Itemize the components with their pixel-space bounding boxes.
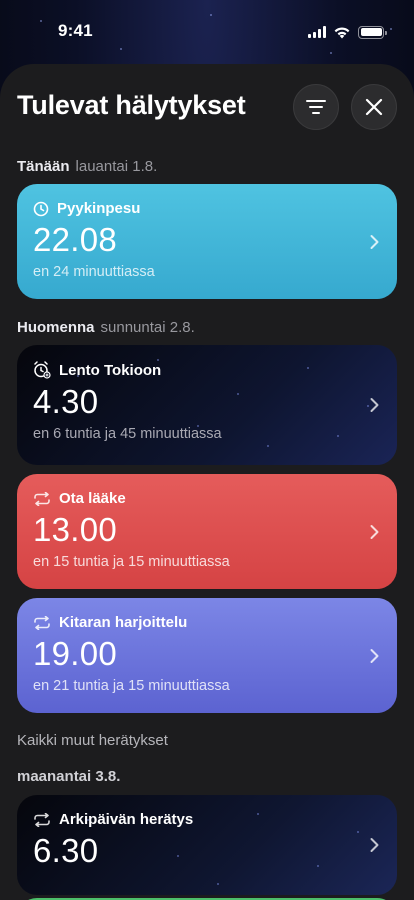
- monday-label: maanantai 3.8.: [17, 767, 121, 785]
- alarm-name: Ota lääke: [59, 490, 126, 507]
- section-tomorrow: Huomenna sunnuntai 2.8.: [0, 318, 414, 336]
- page-title: Tulevat hälytykset: [17, 89, 246, 120]
- repeat-icon: [34, 812, 50, 827]
- chevron-right-icon: [370, 648, 379, 663]
- section-today: Tänään lauantai 1.8.: [0, 157, 414, 175]
- wifi-icon: [334, 27, 350, 38]
- alarm-relative-time: en 15 tuntia ja 15 minuuttiassa: [33, 554, 230, 570]
- chevron-right-icon: [370, 524, 379, 539]
- clock-icon: [33, 201, 49, 216]
- chevron-right-icon: [370, 234, 379, 249]
- other-alarms-label: Kaikki muut herätykset: [17, 731, 168, 749]
- alarm-name: Arkipäivän herätys: [59, 811, 194, 828]
- alarm-name: Lento Tokioon: [59, 361, 162, 379]
- repeat-icon: [34, 615, 50, 630]
- alarm-card[interactable]: Arkipäivän herätys 6.30: [17, 795, 397, 895]
- chevron-right-icon: [370, 838, 379, 852]
- alarm-relative-time: en 21 tuntia ja 15 minuuttiassa: [33, 678, 230, 694]
- alarm-card[interactable]: Lento Tokioon 4.30 en 6 tuntia ja 45 min…: [17, 345, 397, 465]
- status-time: 9:41: [58, 21, 93, 40]
- alarm-time: 13.00: [33, 511, 118, 548]
- alarm-time: 19.00: [33, 635, 118, 672]
- chevron-right-icon: [370, 398, 379, 412]
- alarm-clock-icon: [34, 361, 51, 379]
- filter-button[interactable]: [293, 84, 339, 130]
- status-bar: 9:41: [0, 0, 414, 64]
- alarm-time: 4.30: [33, 383, 99, 420]
- alarm-card[interactable]: Kitaran harjoittelu 19.00 en 21 tuntia j…: [17, 598, 397, 713]
- today-date: lauantai 1.8.: [75, 157, 158, 175]
- battery-icon: [358, 25, 387, 39]
- cellular-signal-icon: [308, 26, 326, 38]
- filter-icon: [306, 100, 326, 114]
- upcoming-alarms-sheet: Tulevat hälytykset Tänään lauantai 1.8.: [0, 64, 414, 900]
- today-label: Tänään: [17, 157, 70, 175]
- close-button[interactable]: [351, 84, 397, 130]
- alarm-relative-time: en 6 tuntia ja 45 minuuttiassa: [33, 426, 222, 442]
- tomorrow-label: Huomenna: [17, 318, 95, 336]
- close-icon: [365, 98, 383, 116]
- alarm-name: Kitaran harjoittelu: [59, 614, 188, 631]
- alarm-card[interactable]: Ota lääke 13.00 en 15 tuntia ja 15 minuu…: [17, 474, 397, 589]
- alarm-name: Pyykinpesu: [57, 200, 141, 217]
- sheet-header: Tulevat hälytykset: [0, 64, 414, 150]
- tomorrow-date: sunnuntai 2.8.: [100, 318, 195, 336]
- alarm-time: 22.08: [33, 221, 118, 258]
- repeat-icon: [34, 491, 50, 506]
- alarm-time: 6.30: [33, 832, 99, 869]
- alarm-relative-time: en 24 minuuttiassa: [33, 264, 155, 280]
- alarm-card[interactable]: Pyykinpesu 22.08 en 24 minuuttiassa: [17, 184, 397, 299]
